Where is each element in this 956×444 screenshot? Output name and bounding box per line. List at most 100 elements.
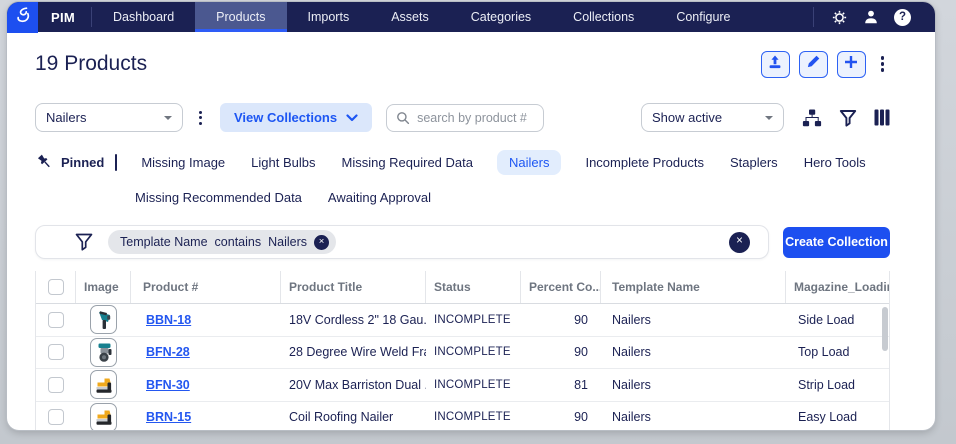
main-content: 19 Products xyxy=(7,49,935,430)
collection-select[interactable]: Nailers xyxy=(35,103,183,132)
view-collections-label: View Collections xyxy=(234,110,337,125)
product-thumbnail-teal-coil-nailer[interactable] xyxy=(90,338,117,367)
percent-complete-cell: 90 xyxy=(521,313,601,327)
nav-item-categories[interactable]: Categories xyxy=(450,2,552,32)
filter-funnel-icon[interactable] xyxy=(839,109,857,127)
status-cell: INCOMPLETE xyxy=(426,379,521,391)
remove-filter-icon[interactable]: × xyxy=(314,235,329,250)
magazine-loading-cell: Top Load xyxy=(786,345,889,359)
row-checkbox[interactable] xyxy=(48,344,64,360)
status-filter-select[interactable]: Show active xyxy=(641,103,784,132)
active-filters-bar: Template Name contains Nailers × × xyxy=(35,225,769,259)
product-number-cell: BBN-18 xyxy=(131,313,281,327)
row-select-cell xyxy=(36,312,76,328)
table-row[interactable]: BRN-15 Coil Roofing Nailer INCOMPLETE 90… xyxy=(36,402,889,431)
column-header-magazine-loading[interactable]: Magazine_Loading xyxy=(786,271,889,303)
pinned-collections-row-2: Missing Recommended Data Awaiting Approv… xyxy=(133,184,890,210)
product-thumbnail-yellow-nailer[interactable] xyxy=(90,370,117,399)
row-select-cell xyxy=(36,377,76,393)
table-row[interactable]: BFN-28 28 Degree Wire Weld Fra... INCOMP… xyxy=(36,337,889,370)
column-header-image[interactable]: Image xyxy=(76,271,131,303)
column-header-product-number[interactable]: Product # xyxy=(131,271,281,303)
product-link[interactable]: BBN-18 xyxy=(146,313,191,327)
nav-item-dashboard[interactable]: Dashboard xyxy=(92,2,195,32)
nav-item-products[interactable]: Products xyxy=(195,2,286,32)
nav-item-configure[interactable]: Configure xyxy=(655,2,751,32)
help-icon[interactable]: ? xyxy=(894,9,911,26)
product-title-cell: Coil Roofing Nailer xyxy=(281,410,426,424)
hierarchy-icon[interactable] xyxy=(802,109,822,127)
row-image-cell xyxy=(76,338,131,367)
magazine-loading-cell: Easy Load xyxy=(786,410,889,424)
clear-all-filters-icon[interactable]: × xyxy=(729,232,750,253)
pinned-header: Pinned xyxy=(35,153,117,172)
product-number-cell: BFN-30 xyxy=(131,378,281,392)
column-header-percent-complete[interactable]: Percent Co... xyxy=(521,271,601,303)
product-link[interactable]: BFN-30 xyxy=(146,378,190,392)
title-row: 19 Products xyxy=(35,49,890,79)
status-cell: INCOMPLETE xyxy=(426,346,521,358)
product-link[interactable]: BRN-15 xyxy=(146,410,191,424)
nav-item-imports[interactable]: Imports xyxy=(287,2,371,32)
status-cell: INCOMPLETE xyxy=(426,314,521,326)
upload-button[interactable] xyxy=(761,51,790,78)
pin-staplers[interactable]: Staplers xyxy=(728,150,780,175)
controls-row: Nailers View Collections xyxy=(35,103,890,132)
table-row[interactable]: BBN-18 18V Cordless 2" 18 Gau... INCOMPL… xyxy=(36,304,889,337)
row-checkbox[interactable] xyxy=(48,377,64,393)
column-header-product-title[interactable]: Product Title xyxy=(281,271,426,303)
magazine-loading-cell: Strip Load xyxy=(786,378,889,392)
table-row[interactable]: BFN-30 20V Max Barriston Dual ... INCOMP… xyxy=(36,369,889,402)
plus-icon xyxy=(843,54,859,75)
product-thumbnail-yellow-nailer[interactable] xyxy=(90,403,117,430)
product-title-cell: 20V Max Barriston Dual ... xyxy=(281,378,426,392)
template-name-cell: Nailers xyxy=(601,378,786,392)
nav-item-assets[interactable]: Assets xyxy=(370,2,450,32)
collection-more-button[interactable] xyxy=(193,107,208,129)
table-toolbar xyxy=(802,109,890,127)
upload-icon xyxy=(767,54,783,75)
pinned-label: Pinned xyxy=(61,155,104,170)
column-header-template-name[interactable]: Template Name xyxy=(601,271,786,303)
pin-hero-tools[interactable]: Hero Tools xyxy=(802,150,868,175)
edit-button[interactable] xyxy=(799,51,828,78)
pin-awaiting-approval[interactable]: Awaiting Approval xyxy=(326,185,433,210)
search-input[interactable] xyxy=(417,111,534,125)
row-image-cell xyxy=(76,370,131,399)
filter-chip-field: Template Name xyxy=(120,235,208,249)
pinned-divider xyxy=(115,154,117,171)
template-name-cell: Nailers xyxy=(601,410,786,424)
nav-right-icons: ? xyxy=(813,2,935,32)
template-name-cell: Nailers xyxy=(601,345,786,359)
pin-nailers[interactable]: Nailers xyxy=(497,150,561,175)
user-account-icon[interactable] xyxy=(863,9,879,25)
create-collection-button[interactable]: Create Collection xyxy=(783,227,890,258)
column-header-status[interactable]: Status xyxy=(426,271,521,303)
select-all-cell xyxy=(36,271,76,303)
table-header-row: Image Product # Product Title Status Per… xyxy=(36,271,889,304)
more-options-button[interactable] xyxy=(875,52,890,75)
row-image-cell xyxy=(76,403,131,430)
product-link[interactable]: BFN-28 xyxy=(146,345,190,359)
columns-icon[interactable] xyxy=(874,109,890,126)
select-all-checkbox[interactable] xyxy=(48,279,64,295)
pin-light-bulbs[interactable]: Light Bulbs xyxy=(249,150,317,175)
settings-gear-icon[interactable] xyxy=(831,9,848,26)
pin-incomplete-products[interactable]: Incomplete Products xyxy=(583,150,706,175)
pushpin-icon xyxy=(35,153,54,172)
pin-missing-recommended-data[interactable]: Missing Recommended Data xyxy=(133,185,304,210)
row-checkbox[interactable] xyxy=(48,409,64,425)
filter-chip[interactable]: Template Name contains Nailers × xyxy=(108,230,336,254)
row-image-cell xyxy=(76,305,131,334)
nav-item-collections[interactable]: Collections xyxy=(552,2,655,32)
pin-missing-required-data[interactable]: Missing Required Data xyxy=(339,150,475,175)
row-checkbox[interactable] xyxy=(48,312,64,328)
pin-missing-image[interactable]: Missing Image xyxy=(139,150,227,175)
app-logo[interactable] xyxy=(7,2,38,33)
add-button[interactable] xyxy=(837,51,866,78)
product-thumbnail-teal-brad-nailer[interactable] xyxy=(90,305,117,334)
magazine-loading-cell: Side Load xyxy=(786,313,889,327)
view-collections-button[interactable]: View Collections xyxy=(220,103,372,132)
chevron-down-icon xyxy=(346,114,358,122)
table-vertical-scrollbar[interactable] xyxy=(882,307,888,351)
